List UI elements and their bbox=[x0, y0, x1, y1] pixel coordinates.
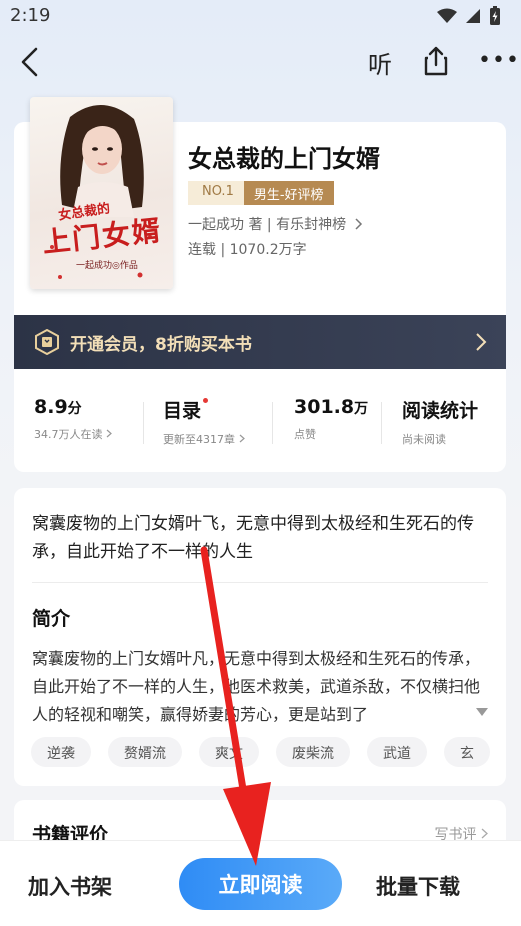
rating-value: 8.9 bbox=[34, 396, 68, 418]
rank-badge[interactable]: NO.1 男生-好评榜 bbox=[188, 181, 334, 205]
chevron-right-icon bbox=[476, 333, 487, 351]
stat-divider bbox=[381, 402, 382, 444]
description-card: 窝囊废物的上门女婿叶飞，无意中得到太极经和生死石的传承，自此开始了不一样的人生 … bbox=[14, 488, 506, 786]
read-now-button[interactable]: 立即阅读 bbox=[179, 858, 342, 910]
chevron-right-icon bbox=[355, 218, 362, 230]
book-cover[interactable]: 女总裁的 上门女婿 一起成功◎作品 bbox=[30, 97, 173, 289]
stat-reading[interactable]: 阅读统计 尚未阅读 bbox=[402, 396, 478, 447]
catalog-label: 目录 bbox=[163, 400, 202, 422]
catalog-update: 更新至4317章 bbox=[163, 433, 235, 446]
chevron-right-icon bbox=[239, 434, 245, 443]
book-status-meta: 连载 | 1070.2万字 bbox=[188, 242, 307, 258]
book-author-meta[interactable]: 一起成功 著 | 有乐封神榜 bbox=[188, 214, 363, 234]
more-icon[interactable]: ••• bbox=[478, 48, 520, 73]
short-description: 窝囊废物的上门女婿叶飞，无意中得到太极经和生死石的传承，自此开始了不一样的人生 bbox=[32, 514, 474, 562]
intro-heading: 简介 bbox=[32, 608, 71, 630]
author-text: 一起成功 著 | 有乐封神榜 bbox=[188, 217, 347, 233]
likes-value: 301.8 bbox=[294, 396, 355, 418]
vip-banner[interactable]: 开通会员，8折购买本书 bbox=[14, 315, 506, 369]
update-dot bbox=[203, 398, 209, 403]
tag[interactable]: 逆袭 bbox=[31, 737, 91, 767]
stat-divider bbox=[143, 402, 144, 444]
rank-number: NO.1 bbox=[188, 181, 244, 205]
vip-book-icon bbox=[35, 329, 59, 355]
wifi-icon bbox=[437, 8, 457, 23]
battery-icon bbox=[490, 6, 500, 25]
tag[interactable]: 赘婿流 bbox=[108, 737, 182, 767]
batch-download-button[interactable]: 批量下载 bbox=[376, 871, 460, 901]
tag[interactable]: 武道 bbox=[367, 737, 427, 767]
status-time: 2:19 bbox=[10, 5, 51, 26]
tag-list: 逆袭 赘婿流 爽文 废柴流 武道 玄 bbox=[31, 737, 490, 767]
status-bar: 2:19 bbox=[0, 0, 521, 32]
listen-button[interactable]: 听 bbox=[368, 45, 392, 80]
cover-author: 一起成功◎作品 bbox=[76, 261, 138, 271]
readers-count: 34.7万人在读 bbox=[34, 428, 103, 441]
rank-name: 男生-好评榜 bbox=[243, 181, 334, 205]
expand-down-icon[interactable] bbox=[476, 707, 488, 717]
stat-catalog[interactable]: 目录 更新至4317章 bbox=[163, 396, 245, 447]
signal-icon bbox=[466, 9, 480, 23]
back-arrow-icon[interactable] bbox=[14, 44, 46, 80]
status-icons bbox=[437, 6, 501, 26]
bottom-action-bar: 加入书架 立即阅读 批量下载 bbox=[0, 840, 521, 926]
vip-text: 开通会员，8折购买本书 bbox=[70, 335, 252, 355]
add-to-shelf-button[interactable]: 加入书架 bbox=[28, 871, 112, 901]
stat-rating[interactable]: 8.9分 34.7万人在读 bbox=[34, 396, 112, 442]
tag[interactable]: 废柴流 bbox=[276, 737, 350, 767]
divider bbox=[32, 582, 488, 583]
chevron-right-icon bbox=[481, 828, 488, 839]
tag[interactable]: 爽文 bbox=[199, 737, 259, 767]
stat-likes[interactable]: 301.8万 点赞 bbox=[294, 396, 368, 442]
chevron-right-icon bbox=[106, 429, 112, 438]
share-icon[interactable] bbox=[421, 45, 451, 77]
likes-unit: 万 bbox=[354, 401, 369, 417]
rating-unit: 分 bbox=[67, 401, 82, 417]
book-title: 女总裁的上门女婿 bbox=[188, 145, 380, 173]
likes-label: 点赞 bbox=[294, 428, 316, 441]
reading-status: 尚未阅读 bbox=[402, 433, 446, 446]
tag[interactable]: 玄 bbox=[444, 737, 490, 767]
reading-stats-label: 阅读统计 bbox=[402, 400, 479, 422]
stat-divider bbox=[272, 402, 273, 444]
